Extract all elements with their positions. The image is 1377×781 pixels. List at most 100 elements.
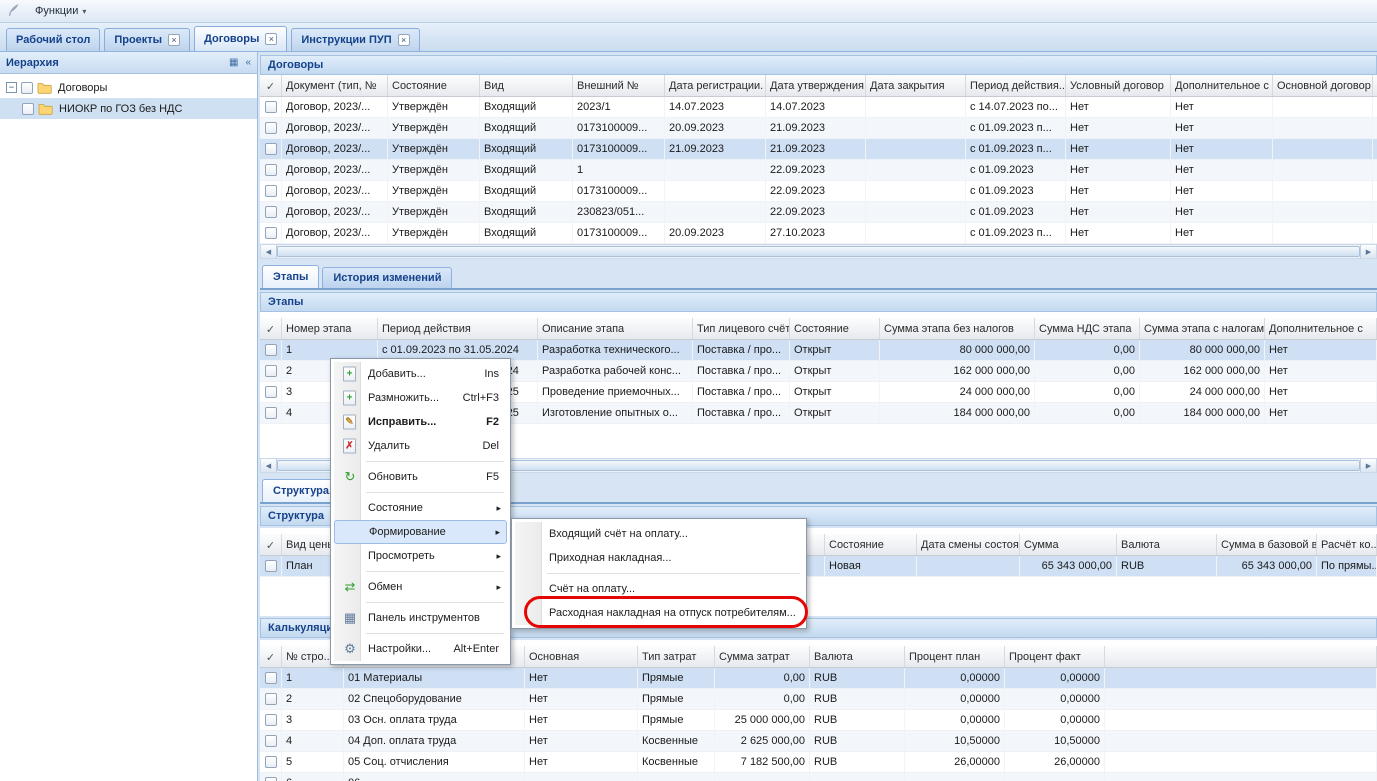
hierarchy-view-icon[interactable]: ▦ bbox=[229, 57, 238, 68]
column-header[interactable]: Номер этапа bbox=[282, 318, 378, 339]
row-checkbox[interactable] bbox=[265, 672, 277, 684]
table-row[interactable]: Договор, 2023/...УтверждёнВходящий230823… bbox=[260, 202, 1377, 223]
column-header[interactable] bbox=[1105, 646, 1377, 667]
column-header[interactable]: Основная bbox=[525, 646, 638, 667]
column-header[interactable]: Состояние bbox=[388, 75, 480, 96]
column-header[interactable]: Сумма bbox=[1020, 534, 1117, 555]
table-row[interactable]: Договор, 2023/...УтверждёнВходящий122.09… bbox=[260, 160, 1377, 181]
menu-item[interactable]: +Размножить...Ctrl+F3 bbox=[334, 386, 507, 410]
column-header[interactable] bbox=[260, 534, 282, 555]
column-header[interactable]: Внешний № bbox=[573, 75, 665, 96]
tree-node-checkbox[interactable] bbox=[22, 103, 34, 115]
row-checkbox[interactable] bbox=[265, 756, 277, 768]
collapse-sidebar-icon[interactable]: « bbox=[245, 57, 251, 68]
row-checkbox[interactable] bbox=[265, 101, 277, 113]
column-header[interactable]: Сумма затрат bbox=[715, 646, 810, 667]
row-checkbox[interactable] bbox=[265, 735, 277, 747]
column-header[interactable]: Документ (тип, № bbox=[282, 75, 388, 96]
table-row[interactable]: Договор, 2023/...УтверждёнВходящий2023/1… bbox=[260, 97, 1377, 118]
table-row[interactable]: 404 Доп. оплата трудаНетКосвенные2 625 0… bbox=[260, 731, 1377, 752]
scroll-thumb[interactable] bbox=[277, 246, 1360, 257]
menu-item[interactable]: ✗УдалитьDel bbox=[334, 434, 507, 458]
row-checkbox[interactable] bbox=[265, 560, 277, 572]
menu-item[interactable]: ✎Исправить...F2 bbox=[334, 410, 507, 434]
column-header[interactable]: Сумма НДС этапа bbox=[1035, 318, 1140, 339]
column-header[interactable]: Процент факт bbox=[1005, 646, 1105, 667]
tree-node[interactable]: НИОКР по ГОЗ без НДС bbox=[0, 98, 257, 119]
column-header[interactable]: Основной договор bbox=[1273, 75, 1373, 96]
row-checkbox[interactable] bbox=[265, 227, 277, 239]
menu-item[interactable]: ▦Панель инструментов bbox=[334, 606, 507, 630]
row-checkbox[interactable] bbox=[265, 777, 277, 781]
column-header[interactable]: Дата закрытия bbox=[866, 75, 966, 96]
column-header[interactable]: Состояние bbox=[790, 318, 880, 339]
column-header[interactable]: Валюта bbox=[1117, 534, 1217, 555]
column-header[interactable]: Описание этапа bbox=[538, 318, 693, 339]
column-header[interactable]: Тип затрат bbox=[638, 646, 715, 667]
row-checkbox[interactable] bbox=[265, 407, 277, 419]
tree-expander-icon[interactable] bbox=[6, 82, 17, 93]
tab-close-icon[interactable]: × bbox=[398, 34, 410, 46]
row-checkbox[interactable] bbox=[265, 185, 277, 197]
column-header[interactable]: Вид bbox=[480, 75, 573, 96]
row-checkbox[interactable] bbox=[265, 122, 277, 134]
scroll-left-icon[interactable] bbox=[261, 245, 277, 258]
row-checkbox[interactable] bbox=[265, 206, 277, 218]
column-header[interactable]: Дополнительное с bbox=[1171, 75, 1273, 96]
column-header[interactable]: Тип лицевого счёт bbox=[693, 318, 790, 339]
table-row[interactable]: 505 Соц. отчисленияНетКосвенные7 182 500… bbox=[260, 752, 1377, 773]
column-header[interactable]: Сумма в базовой в bbox=[1217, 534, 1317, 555]
table-row[interactable]: Договор, 2023/...УтверждёнВходящий017310… bbox=[260, 139, 1377, 160]
section-tab[interactable]: Этапы bbox=[262, 265, 319, 288]
column-header[interactable]: Дата смены состоя bbox=[917, 534, 1020, 555]
row-checkbox[interactable] bbox=[265, 344, 277, 356]
menu-item[interactable]: Входящий счёт на оплату... bbox=[515, 522, 803, 546]
menubar-item[interactable]: Функции bbox=[28, 2, 107, 20]
section-tab[interactable]: История изменений bbox=[322, 267, 452, 288]
menu-item[interactable]: Приходная накладная... bbox=[515, 546, 803, 570]
column-header[interactable]: Процент план bbox=[905, 646, 1005, 667]
row-checkbox[interactable] bbox=[265, 386, 277, 398]
column-header[interactable]: Дополнительное с bbox=[1265, 318, 1377, 339]
menu-item[interactable]: ⇄Обмен bbox=[334, 575, 507, 599]
main-tab[interactable]: Рабочий стол bbox=[6, 28, 100, 51]
row-checkbox[interactable] bbox=[265, 693, 277, 705]
row-checkbox[interactable] bbox=[265, 714, 277, 726]
row-checkbox[interactable] bbox=[265, 143, 277, 155]
column-header[interactable]: Ц bbox=[1373, 75, 1377, 96]
main-tab[interactable]: Инструкции ПУП× bbox=[291, 28, 419, 51]
contracts-hscrollbar[interactable] bbox=[260, 244, 1377, 259]
column-header[interactable] bbox=[260, 646, 282, 667]
menu-item[interactable]: +Добавить...Ins bbox=[334, 362, 507, 386]
column-header[interactable]: Валюта bbox=[810, 646, 905, 667]
scroll-right-icon[interactable] bbox=[1360, 459, 1376, 472]
tree-node[interactable]: Договоры bbox=[0, 77, 257, 98]
column-header[interactable]: Условный договор bbox=[1066, 75, 1171, 96]
column-header[interactable]: Сумма этапа без налогов bbox=[880, 318, 1035, 339]
menu-item[interactable]: Просмотреть bbox=[334, 544, 507, 568]
column-header[interactable]: Период действия... bbox=[966, 75, 1066, 96]
main-tab[interactable]: Договоры× bbox=[194, 26, 287, 51]
row-checkbox[interactable] bbox=[265, 164, 277, 176]
menu-item[interactable]: ⚙Настройки...Alt+Enter bbox=[334, 637, 507, 661]
column-header[interactable]: Расчёт ко... bbox=[1317, 534, 1377, 555]
column-header[interactable] bbox=[260, 318, 282, 339]
column-header[interactable]: Состояние bbox=[825, 534, 917, 555]
tree-node-checkbox[interactable] bbox=[21, 82, 33, 94]
menu-item[interactable]: ↻ОбновитьF5 bbox=[334, 465, 507, 489]
column-header[interactable]: Сумма этапа с налогами bbox=[1140, 318, 1265, 339]
scroll-left-icon[interactable] bbox=[261, 459, 277, 472]
table-row[interactable]: Договор, 2023/...УтверждёнВходящий017310… bbox=[260, 181, 1377, 202]
scroll-right-icon[interactable] bbox=[1360, 245, 1376, 258]
column-header[interactable]: Период действия bbox=[378, 318, 538, 339]
table-row[interactable]: 606 ... bbox=[260, 773, 1377, 781]
tab-close-icon[interactable]: × bbox=[265, 33, 277, 45]
menu-item[interactable]: Формирование bbox=[334, 520, 507, 544]
column-header[interactable]: Дата утверждения bbox=[766, 75, 866, 96]
table-row[interactable]: Договор, 2023/...УтверждёнВходящий017310… bbox=[260, 118, 1377, 139]
table-row[interactable]: Договор, 2023/...УтверждёнВходящий017310… bbox=[260, 223, 1377, 244]
table-row[interactable]: 202 СпецоборудованиеНетПрямые0,00RUB0,00… bbox=[260, 689, 1377, 710]
main-tab[interactable]: Проекты× bbox=[104, 28, 190, 51]
tab-close-icon[interactable]: × bbox=[168, 34, 180, 46]
table-row[interactable]: 101 МатериалыНетПрямые0,00RUB0,000000,00… bbox=[260, 668, 1377, 689]
